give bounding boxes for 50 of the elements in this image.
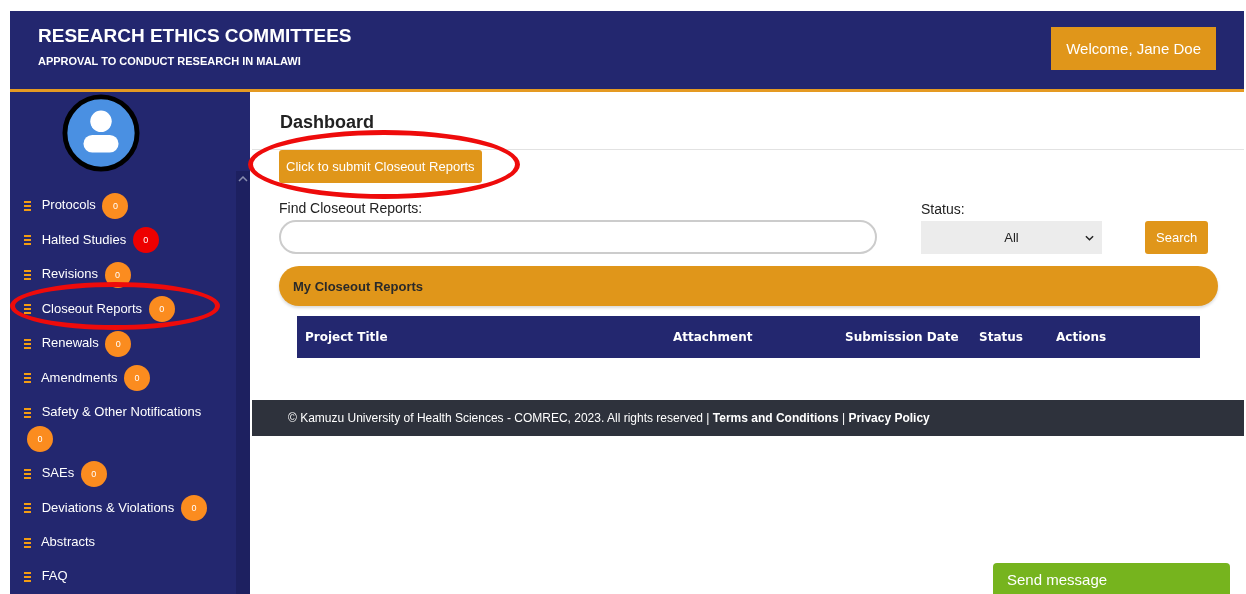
count-badge: 0	[132, 227, 159, 254]
menu-icon	[24, 338, 31, 349]
column-header: Project Title	[305, 330, 389, 344]
footer-link[interactable]: Terms and Conditions	[712, 411, 839, 425]
scrollbar[interactable]	[236, 171, 250, 594]
field-label: Status:	[921, 201, 966, 217]
menu-icon	[24, 269, 31, 280]
panel-title: My Closeout Reports	[293, 278, 423, 294]
sidebar-link[interactable]: Revisions	[41, 266, 98, 282]
sidebar-link[interactable]: Halted Studies	[41, 231, 127, 247]
sidebar-link[interactable]: Closeout Reports	[41, 300, 143, 316]
menu-icon	[24, 503, 31, 514]
sidebar-link[interactable]: Protocols	[41, 197, 96, 212]
column-header: Submission Date	[845, 330, 960, 344]
status-dropdown[interactable]: All	[921, 221, 1102, 254]
menu-icon	[24, 373, 31, 384]
sidebar-link[interactable]: FAQ	[41, 568, 68, 584]
column-header: Attachment	[673, 330, 754, 344]
search-field[interactable]	[279, 220, 877, 254]
count-badge: 0	[124, 365, 151, 392]
count-badge: 0	[105, 330, 132, 357]
column-header: Status	[979, 330, 1024, 344]
menu-icon	[24, 407, 31, 418]
menu-icon	[24, 537, 31, 548]
menu-icon	[24, 571, 31, 582]
sidebar-link[interactable]: SAEs	[41, 464, 75, 480]
avatar-icon	[62, 94, 140, 172]
site-subtitle: APPROVAL TO CONDUCT RESEARCH IN MALAWI	[38, 55, 302, 67]
count-badge: 0	[181, 495, 207, 522]
footer-link[interactable]: Privacy Policy	[848, 411, 930, 425]
sidebar-link[interactable]: Renewals	[41, 335, 99, 351]
count-badge: 0	[27, 425, 53, 452]
site-title: RESEARCH ETHICS COMMITTEES	[38, 25, 352, 47]
sidebar-link[interactable]: Abstracts	[40, 534, 96, 550]
menu-icon	[24, 200, 31, 211]
chevron-down-icon	[1085, 234, 1094, 241]
sidebar-link[interactable]: Deviations & Violations	[41, 499, 175, 515]
sidebar-link[interactable]: Safety & Other Notifications	[41, 404, 202, 420]
menu-icon	[24, 304, 31, 315]
menu-icon	[24, 235, 31, 246]
page-heading: Dashboard	[280, 111, 376, 133]
count-badge: 0	[148, 296, 175, 323]
menu-icon	[24, 468, 31, 479]
scroll-up-icon[interactable]	[238, 176, 248, 182]
field-label: Find Closeout Reports:	[279, 200, 424, 216]
column-header: Actions	[1056, 330, 1108, 344]
sidebar-link[interactable]: Amendments	[40, 369, 118, 385]
count-badge: 0	[80, 460, 107, 487]
count-badge: 0	[102, 192, 129, 219]
footer-text: © Kamuzu University of Health Sciences - COMREC, 2023. All rights reserved | Terms and Conditions | Privacy Policy	[288, 411, 930, 425]
